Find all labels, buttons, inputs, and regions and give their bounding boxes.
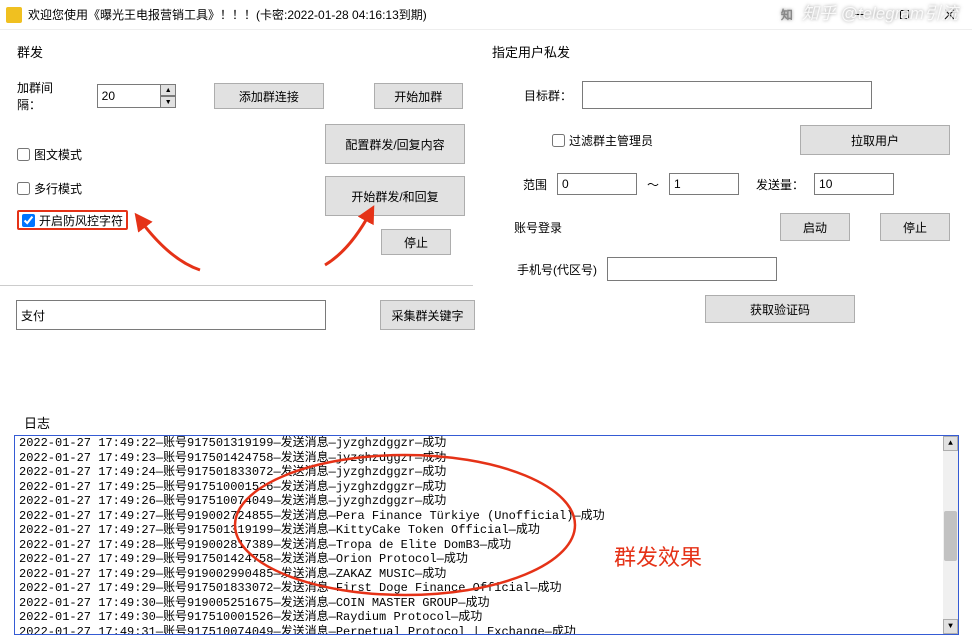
right-stop-button[interactable]: 停止 xyxy=(880,213,950,241)
image-mode-checkbox[interactable]: 图文模式 xyxy=(17,144,128,164)
send-count-input[interactable] xyxy=(814,173,894,195)
phone-input[interactable] xyxy=(607,257,777,281)
config-content-button[interactable]: 配置群发/回复内容 xyxy=(325,124,465,164)
left-stop-button[interactable]: 停止 xyxy=(381,229,451,255)
app-icon xyxy=(6,7,22,23)
log-line: 2022-01-27 17:49:25—账号917510001526—发送消息—… xyxy=(19,480,943,495)
target-group-label: 目标群： xyxy=(492,87,572,104)
log-scrollbar[interactable]: ▲ ▼ xyxy=(943,436,958,634)
log-line: 2022-01-27 17:49:27—账号917501319199—发送消息—… xyxy=(19,523,943,538)
range-from-input[interactable] xyxy=(557,173,637,195)
log-line: 2022-01-27 17:49:28—账号919002817389—发送消息—… xyxy=(19,538,943,553)
private-send-title: 指定用户私发 xyxy=(492,42,950,61)
log-line: 2022-01-27 17:49:26—账号917510074049—发送消息—… xyxy=(19,494,943,509)
log-line: 2022-01-27 17:49:27—账号919002724855—发送消息—… xyxy=(19,509,943,524)
scroll-up-icon[interactable]: ▲ xyxy=(943,436,958,451)
range-to-input[interactable] xyxy=(669,173,739,195)
log-textarea[interactable]: 2022-01-27 17:49:22—账号917501319199—发送消息—… xyxy=(14,435,959,635)
pull-users-button[interactable]: 拉取用户 xyxy=(800,125,950,155)
maximize-button[interactable] xyxy=(882,1,927,29)
scroll-down-icon[interactable]: ▼ xyxy=(943,619,958,634)
log-line: 2022-01-27 17:49:29—账号919002990485—发送消息—… xyxy=(19,567,943,582)
log-title: 日志 xyxy=(24,413,50,432)
right-start-button[interactable]: 启动 xyxy=(780,213,850,241)
log-line: 2022-01-27 17:49:30—账号917510001526—发送消息—… xyxy=(19,610,943,625)
close-button[interactable] xyxy=(927,1,972,29)
multiline-checkbox[interactable]: 多行模式 xyxy=(17,178,128,198)
log-line: 2022-01-27 17:49:23—账号917501424758—发送消息—… xyxy=(19,451,943,466)
range-label: 范围 xyxy=(492,176,547,193)
log-line: 2022-01-27 17:49:31—账号917510074049—发送消息—… xyxy=(19,625,943,635)
log-line: 2022-01-27 17:49:30—账号919005251675—发送消息—… xyxy=(19,596,943,611)
start-join-button[interactable]: 开始加群 xyxy=(374,83,463,109)
log-line: 2022-01-27 17:49:24—账号917501833072—发送消息—… xyxy=(19,465,943,480)
interval-label: 加群间隔： xyxy=(17,79,77,113)
title-bar: 欢迎您使用《曝光王电报营销工具》！！！(卡密:2022-01-28 04:16:… xyxy=(0,0,972,30)
interval-spin-down[interactable]: ▼ xyxy=(160,96,176,108)
log-line: 2022-01-27 17:49:29—账号917501833072—发送消息—… xyxy=(19,581,943,596)
start-send-reply-button[interactable]: 开始群发/和回复 xyxy=(325,176,465,216)
range-separator: ～ xyxy=(647,176,659,193)
anti-control-checkbox[interactable]: 开启防风控字符 xyxy=(17,210,128,230)
window-title: 欢迎您使用《曝光王电报营销工具》！！！(卡密:2022-01-28 04:16:… xyxy=(28,6,427,23)
annotation-arrow-1 xyxy=(130,210,220,290)
filter-admin-checkbox[interactable]: 过滤群主管理员 xyxy=(552,130,653,150)
scroll-thumb[interactable] xyxy=(944,511,957,561)
send-count-label: 发送量： xyxy=(749,176,804,193)
login-label: 账号登录 xyxy=(492,219,562,236)
group-send-title: 群发 xyxy=(17,42,463,61)
add-group-link-button[interactable]: 添加群连接 xyxy=(214,83,323,109)
interval-input[interactable] xyxy=(97,84,161,108)
minimize-button[interactable] xyxy=(837,1,882,29)
interval-spin-up[interactable]: ▲ xyxy=(160,84,176,96)
target-group-input[interactable] xyxy=(582,81,872,109)
log-line: 2022-01-27 17:49:29—账号917501424758—发送消息—… xyxy=(19,552,943,567)
get-code-button[interactable]: 获取验证码 xyxy=(705,295,855,323)
collect-keyword-button[interactable]: 采集群关键字 xyxy=(380,300,475,330)
log-line: 2022-01-27 17:49:22—账号917501319199—发送消息—… xyxy=(19,436,943,451)
phone-label: 手机号(代区号) xyxy=(492,261,597,278)
keyword-input[interactable] xyxy=(16,300,326,330)
